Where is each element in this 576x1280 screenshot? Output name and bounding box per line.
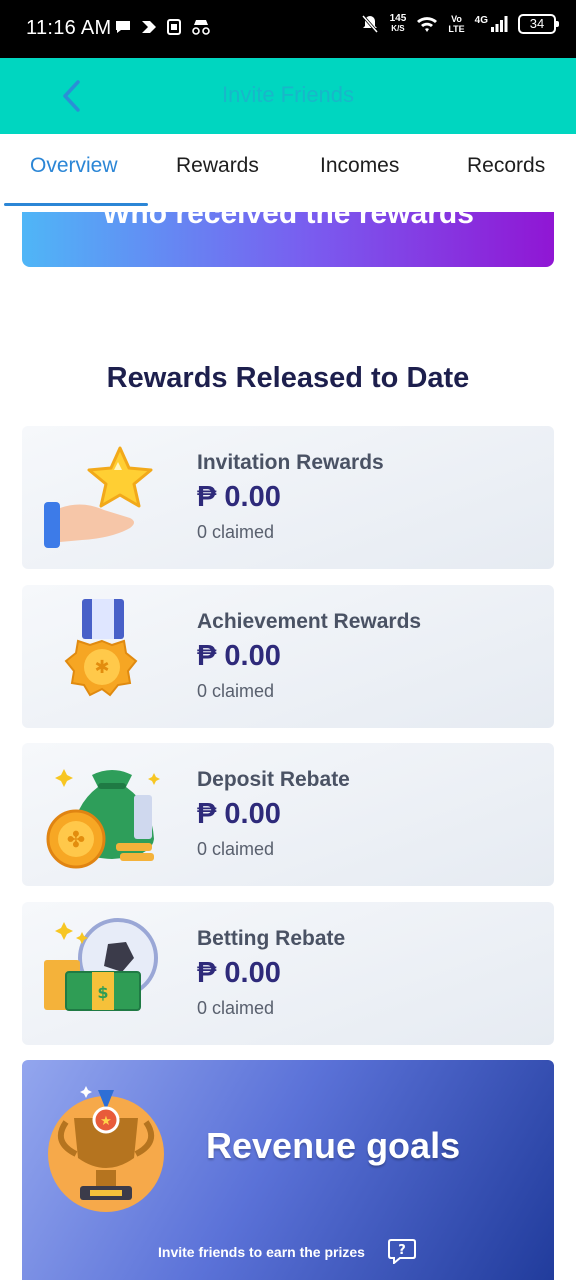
- section-title: Rewards Released to Date: [106, 362, 470, 394]
- banner-text: Who received the rewards: [102, 212, 474, 230]
- network-type: 4G: [474, 15, 488, 26]
- rewards-banner[interactable]: Who received the rewards: [22, 212, 554, 267]
- svg-text:★: ★: [100, 1114, 112, 1129]
- app-header: Invite Friends: [0, 58, 576, 134]
- money-bag-icon: ✤: [46, 769, 160, 869]
- signal-icon: [491, 16, 508, 32]
- status-bar: 11:16 AM 145 K/S Vo LTE 4G 34: [0, 0, 576, 58]
- help-glyph: ?: [398, 1243, 406, 1258]
- reward-card-betting[interactable]: $ Betting Rebate ₱ 0.00 0 claimed: [22, 902, 554, 1045]
- tab-records[interactable]: Records: [467, 154, 545, 178]
- medal-icon: ✱: [64, 599, 138, 697]
- reward-name: Betting Rebate: [197, 927, 346, 950]
- tab-overview[interactable]: Overview: [30, 154, 118, 178]
- active-tab-indicator: [4, 203, 148, 206]
- battery-icon: 34: [518, 14, 559, 34]
- svg-text:✤: ✤: [67, 828, 85, 853]
- reward-amount: ₱ 0.00: [197, 957, 281, 989]
- signal-indicator: 4G: [475, 15, 508, 33]
- reward-claimed: 0 claimed: [197, 839, 275, 859]
- reward-claimed: 0 claimed: [197, 998, 275, 1018]
- arrow-icon: [142, 21, 156, 33]
- reward-card-invitation[interactable]: Invitation Rewards ₱ 0.00 0 claimed: [22, 426, 554, 569]
- wifi-icon: [417, 17, 438, 32]
- tab-incomes[interactable]: Incomes: [320, 154, 399, 178]
- revenue-goals-card[interactable]: ★ Revenue goals Invite friends to earn t…: [22, 1060, 554, 1280]
- chat-icon: [116, 21, 130, 33]
- svg-text:✱: ✱: [94, 657, 109, 678]
- hand-star-icon: [44, 446, 153, 548]
- reward-amount: ₱ 0.00: [197, 481, 281, 513]
- reward-card-achievement[interactable]: ✱ Achievement Rewards ₱ 0.00 0 claimed: [22, 585, 554, 728]
- incognito-icon: [192, 20, 210, 35]
- help-icon[interactable]: ?: [388, 1238, 416, 1264]
- status-time: 11:16 AM: [26, 17, 112, 39]
- volte-indicator: Vo LTE: [448, 14, 465, 34]
- svg-text:$: $: [97, 983, 108, 1002]
- trophy-icon: ★: [48, 1086, 164, 1212]
- reward-claimed: 0 claimed: [197, 681, 275, 701]
- revenue-subtitle: Invite friends to earn the prizes: [158, 1244, 365, 1260]
- reward-amount: ₱ 0.00: [197, 798, 281, 830]
- net-speed: 145 K/S: [389, 13, 407, 34]
- page-title: Invite Friends: [221, 82, 355, 107]
- reward-claimed: 0 claimed: [197, 522, 275, 542]
- reward-name: Achievement Rewards: [197, 610, 422, 633]
- ball-cash-icon: $: [44, 918, 158, 1011]
- reward-name: Deposit Rebate: [197, 768, 350, 791]
- mute-bell-icon: [361, 15, 378, 33]
- reward-amount: ₱ 0.00: [197, 640, 281, 672]
- system-icons: 145 K/S Vo LTE 4G 34: [360, 13, 559, 34]
- tab-rewards[interactable]: Rewards: [176, 154, 259, 178]
- reward-name: Invitation Rewards: [197, 451, 384, 474]
- sim-icon: [167, 19, 181, 35]
- notification-icons: [114, 18, 212, 36]
- tab-bar: Overview Rewards Incomes Records: [0, 134, 576, 212]
- reward-card-deposit[interactable]: ✤ Deposit Rebate ₱ 0.00 0 claimed: [22, 743, 554, 886]
- revenue-title: Revenue goals: [206, 1125, 461, 1166]
